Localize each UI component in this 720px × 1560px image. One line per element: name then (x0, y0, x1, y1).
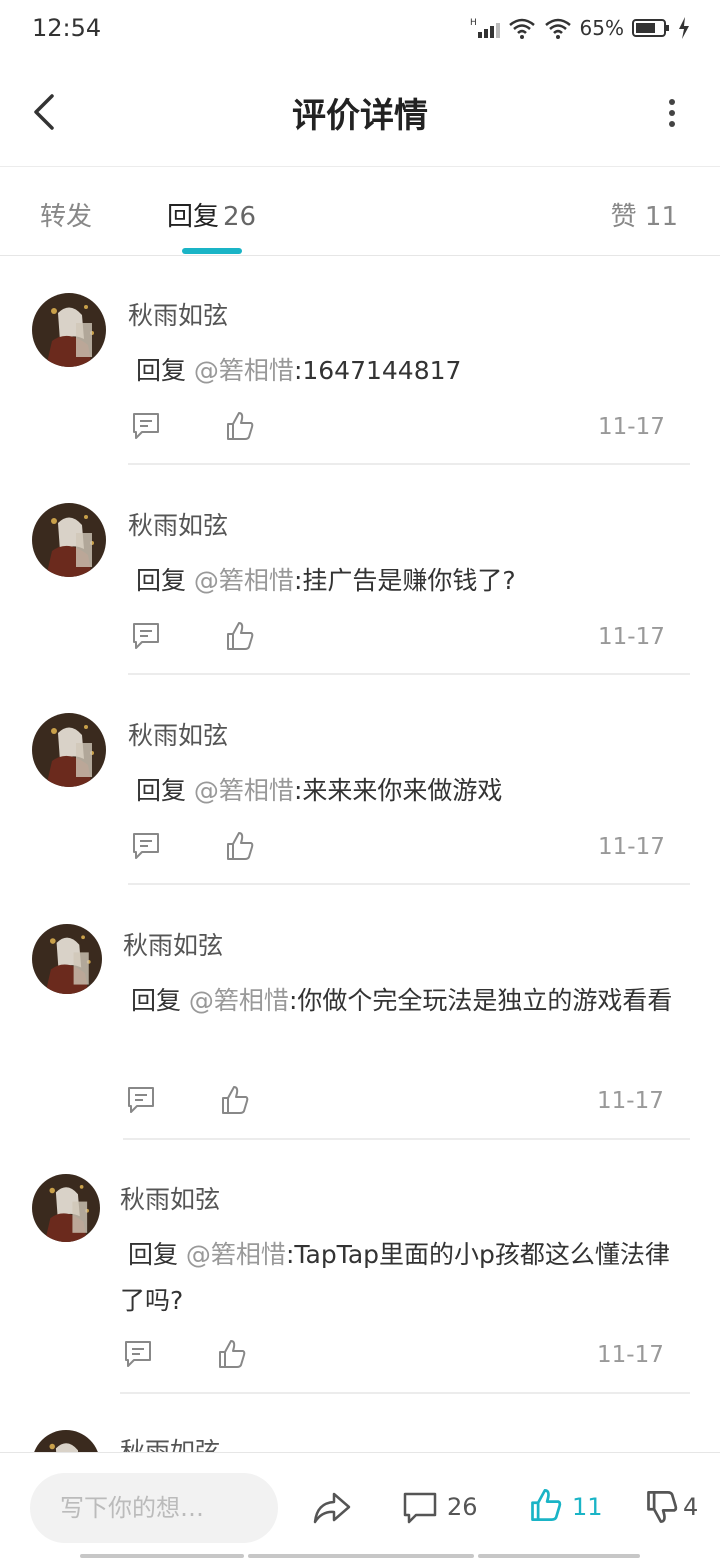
reply-prefix: 回复 (130, 986, 181, 1015)
svg-text:H: H (470, 18, 477, 28)
reply-input[interactable]: 写下你的想… (30, 1473, 278, 1543)
wifi-hotspot-icon (508, 18, 535, 39)
reply-username[interactable]: 秋雨如弦 (123, 926, 223, 962)
reply-list[interactable]: 秋雨如弦 回复 @箬相惜:1647144817 11-17 秋雨如弦 回复 @箬… (0, 256, 720, 1452)
avatar[interactable] (32, 924, 102, 994)
dislike-icon[interactable] (644, 1489, 680, 1525)
reply-date: 11-17 (598, 624, 665, 650)
reply-prefix: 回复 (135, 776, 186, 805)
tab-reply-count: 26 (223, 202, 257, 232)
reply-prefix: 回复 (127, 1240, 178, 1269)
avatar[interactable] (32, 293, 106, 367)
divider (128, 883, 690, 885)
avatar[interactable] (32, 503, 106, 577)
reply-prefix: 回复 (135, 356, 186, 385)
reply-mention[interactable]: @箬相惜 (194, 356, 294, 385)
reply-date: 11-17 (598, 414, 665, 440)
comment-icon[interactable] (130, 620, 162, 652)
reply-content: 回复 @箬相惜:来来来你来做游戏 (128, 768, 698, 814)
thumbs-up-icon[interactable] (224, 410, 256, 442)
thumbs-up-icon[interactable] (216, 1338, 248, 1370)
active-tab-indicator (182, 248, 242, 254)
reply-prefix: 回复 (135, 566, 186, 595)
avatar[interactable] (32, 1174, 100, 1242)
reply-date: 11-17 (598, 834, 665, 860)
reply-item: 秋雨如弦 回复 @箬相惜:1647144817 11-17 (0, 256, 720, 466)
reply-text: :你做个完全玩法是独立的游戏看看 (288, 986, 673, 1015)
avatar-image (32, 1430, 100, 1452)
reply-content: 回复 @箬相惜:你做个完全玩法是独立的游戏看看 (123, 978, 693, 1024)
tab-like[interactable]: 赞 11 (611, 196, 678, 233)
comment-count-icon[interactable] (402, 1491, 438, 1525)
charging-icon (679, 17, 689, 39)
app-header: 评价详情 (0, 60, 720, 167)
reply-content: 回复 @箬相惜:挂广告是赚你钱了? (128, 558, 698, 604)
thumbs-up-icon[interactable] (224, 830, 256, 862)
avatar[interactable] (32, 1430, 100, 1452)
status-icons: H 65% (470, 16, 690, 40)
thumbs-up-icon[interactable] (224, 620, 256, 652)
reply-item: 秋雨如弦 回复 @箬相惜:你做个完全玩法是独立的游戏看看 11-17 (0, 886, 720, 1140)
like-count: 11 (572, 1493, 603, 1521)
status-bar: 12:54 H 65% (0, 0, 720, 60)
gesture-bar (80, 1554, 244, 1558)
reply-username[interactable]: 秋雨如弦 (120, 1180, 220, 1216)
reply-item: 秋雨如弦 回复 @箬相惜:挂广告是赚你钱了? 11-17 (0, 466, 720, 676)
reply-username[interactable]: 秋雨如弦 (128, 296, 228, 332)
status-time: 12:54 (32, 14, 102, 42)
tab-forward[interactable]: 转发 (40, 196, 92, 233)
reply-username[interactable]: 秋雨如弦 (128, 506, 228, 542)
reply-item: 秋雨如弦 回复 @箬相惜:TapTap里面的小p孩都这么懂法律了吗? 11-17 (0, 1140, 720, 1396)
reply-content: 回复 @箬相惜:TapTap里面的小p孩都这么懂法律了吗? (120, 1232, 690, 1324)
reply-username[interactable]: 秋雨如弦 (128, 716, 228, 752)
avatar-image (32, 503, 106, 577)
reply-item: 秋雨如弦 回复 @箬相惜:来来来你来做游戏 11-17 (0, 676, 720, 886)
avatar-image (32, 924, 102, 994)
tab-like-label: 赞 (610, 202, 637, 232)
dislike-count: 4 (683, 1493, 699, 1521)
reply-text: :1647144817 (293, 356, 462, 385)
reply-date: 11-17 (597, 1088, 664, 1114)
reply-mention[interactable]: @箬相惜 (194, 776, 294, 805)
reply-content: 回复 @箬相惜:1647144817 (128, 348, 698, 394)
reply-mention[interactable]: @箬相惜 (194, 566, 294, 595)
thumbs-up-icon[interactable] (219, 1084, 251, 1116)
divider (120, 1392, 690, 1394)
tab-reply[interactable]: 回复 26 (167, 196, 256, 233)
wifi-icon (544, 18, 571, 39)
avatar-image (32, 713, 106, 787)
avatar-image (32, 1174, 100, 1242)
gesture-bar (248, 1554, 474, 1558)
battery-icon (632, 19, 669, 37)
bottom-action-bar: 写下你的想… 26 11 4 (0, 1452, 720, 1560)
like-icon[interactable] (528, 1487, 564, 1523)
comment-icon[interactable] (122, 1338, 154, 1370)
cellular-signal-icon: H (470, 18, 500, 38)
share-icon[interactable] (312, 1491, 352, 1525)
comment-icon[interactable] (125, 1084, 157, 1116)
divider (128, 673, 690, 675)
more-options-icon[interactable] (666, 98, 678, 128)
tab-bar: 转发 回复 26 赞 11 (0, 168, 720, 256)
reply-username[interactable]: 秋雨如弦 (120, 1432, 220, 1452)
reply-text: :来来来你来做游戏 (293, 776, 503, 805)
tab-like-count: 11 (644, 202, 678, 232)
avatar-image (32, 293, 106, 367)
comment-icon[interactable] (130, 830, 162, 862)
avatar[interactable] (32, 713, 106, 787)
battery-percent: 65% (579, 16, 624, 40)
page-title: 评价详情 (292, 96, 428, 136)
gesture-bar (478, 1554, 640, 1558)
reply-item: 秋雨如弦 (0, 1396, 720, 1452)
reply-mention[interactable]: @箬相惜 (189, 986, 289, 1015)
reply-text: :挂广告是赚你钱了? (293, 566, 516, 595)
divider (128, 463, 690, 465)
reply-mention[interactable]: @箬相惜 (186, 1240, 286, 1269)
reply-date: 11-17 (597, 1342, 664, 1368)
comment-count: 26 (447, 1493, 478, 1521)
tab-reply-label: 回复 (167, 202, 220, 232)
comment-icon[interactable] (130, 410, 162, 442)
